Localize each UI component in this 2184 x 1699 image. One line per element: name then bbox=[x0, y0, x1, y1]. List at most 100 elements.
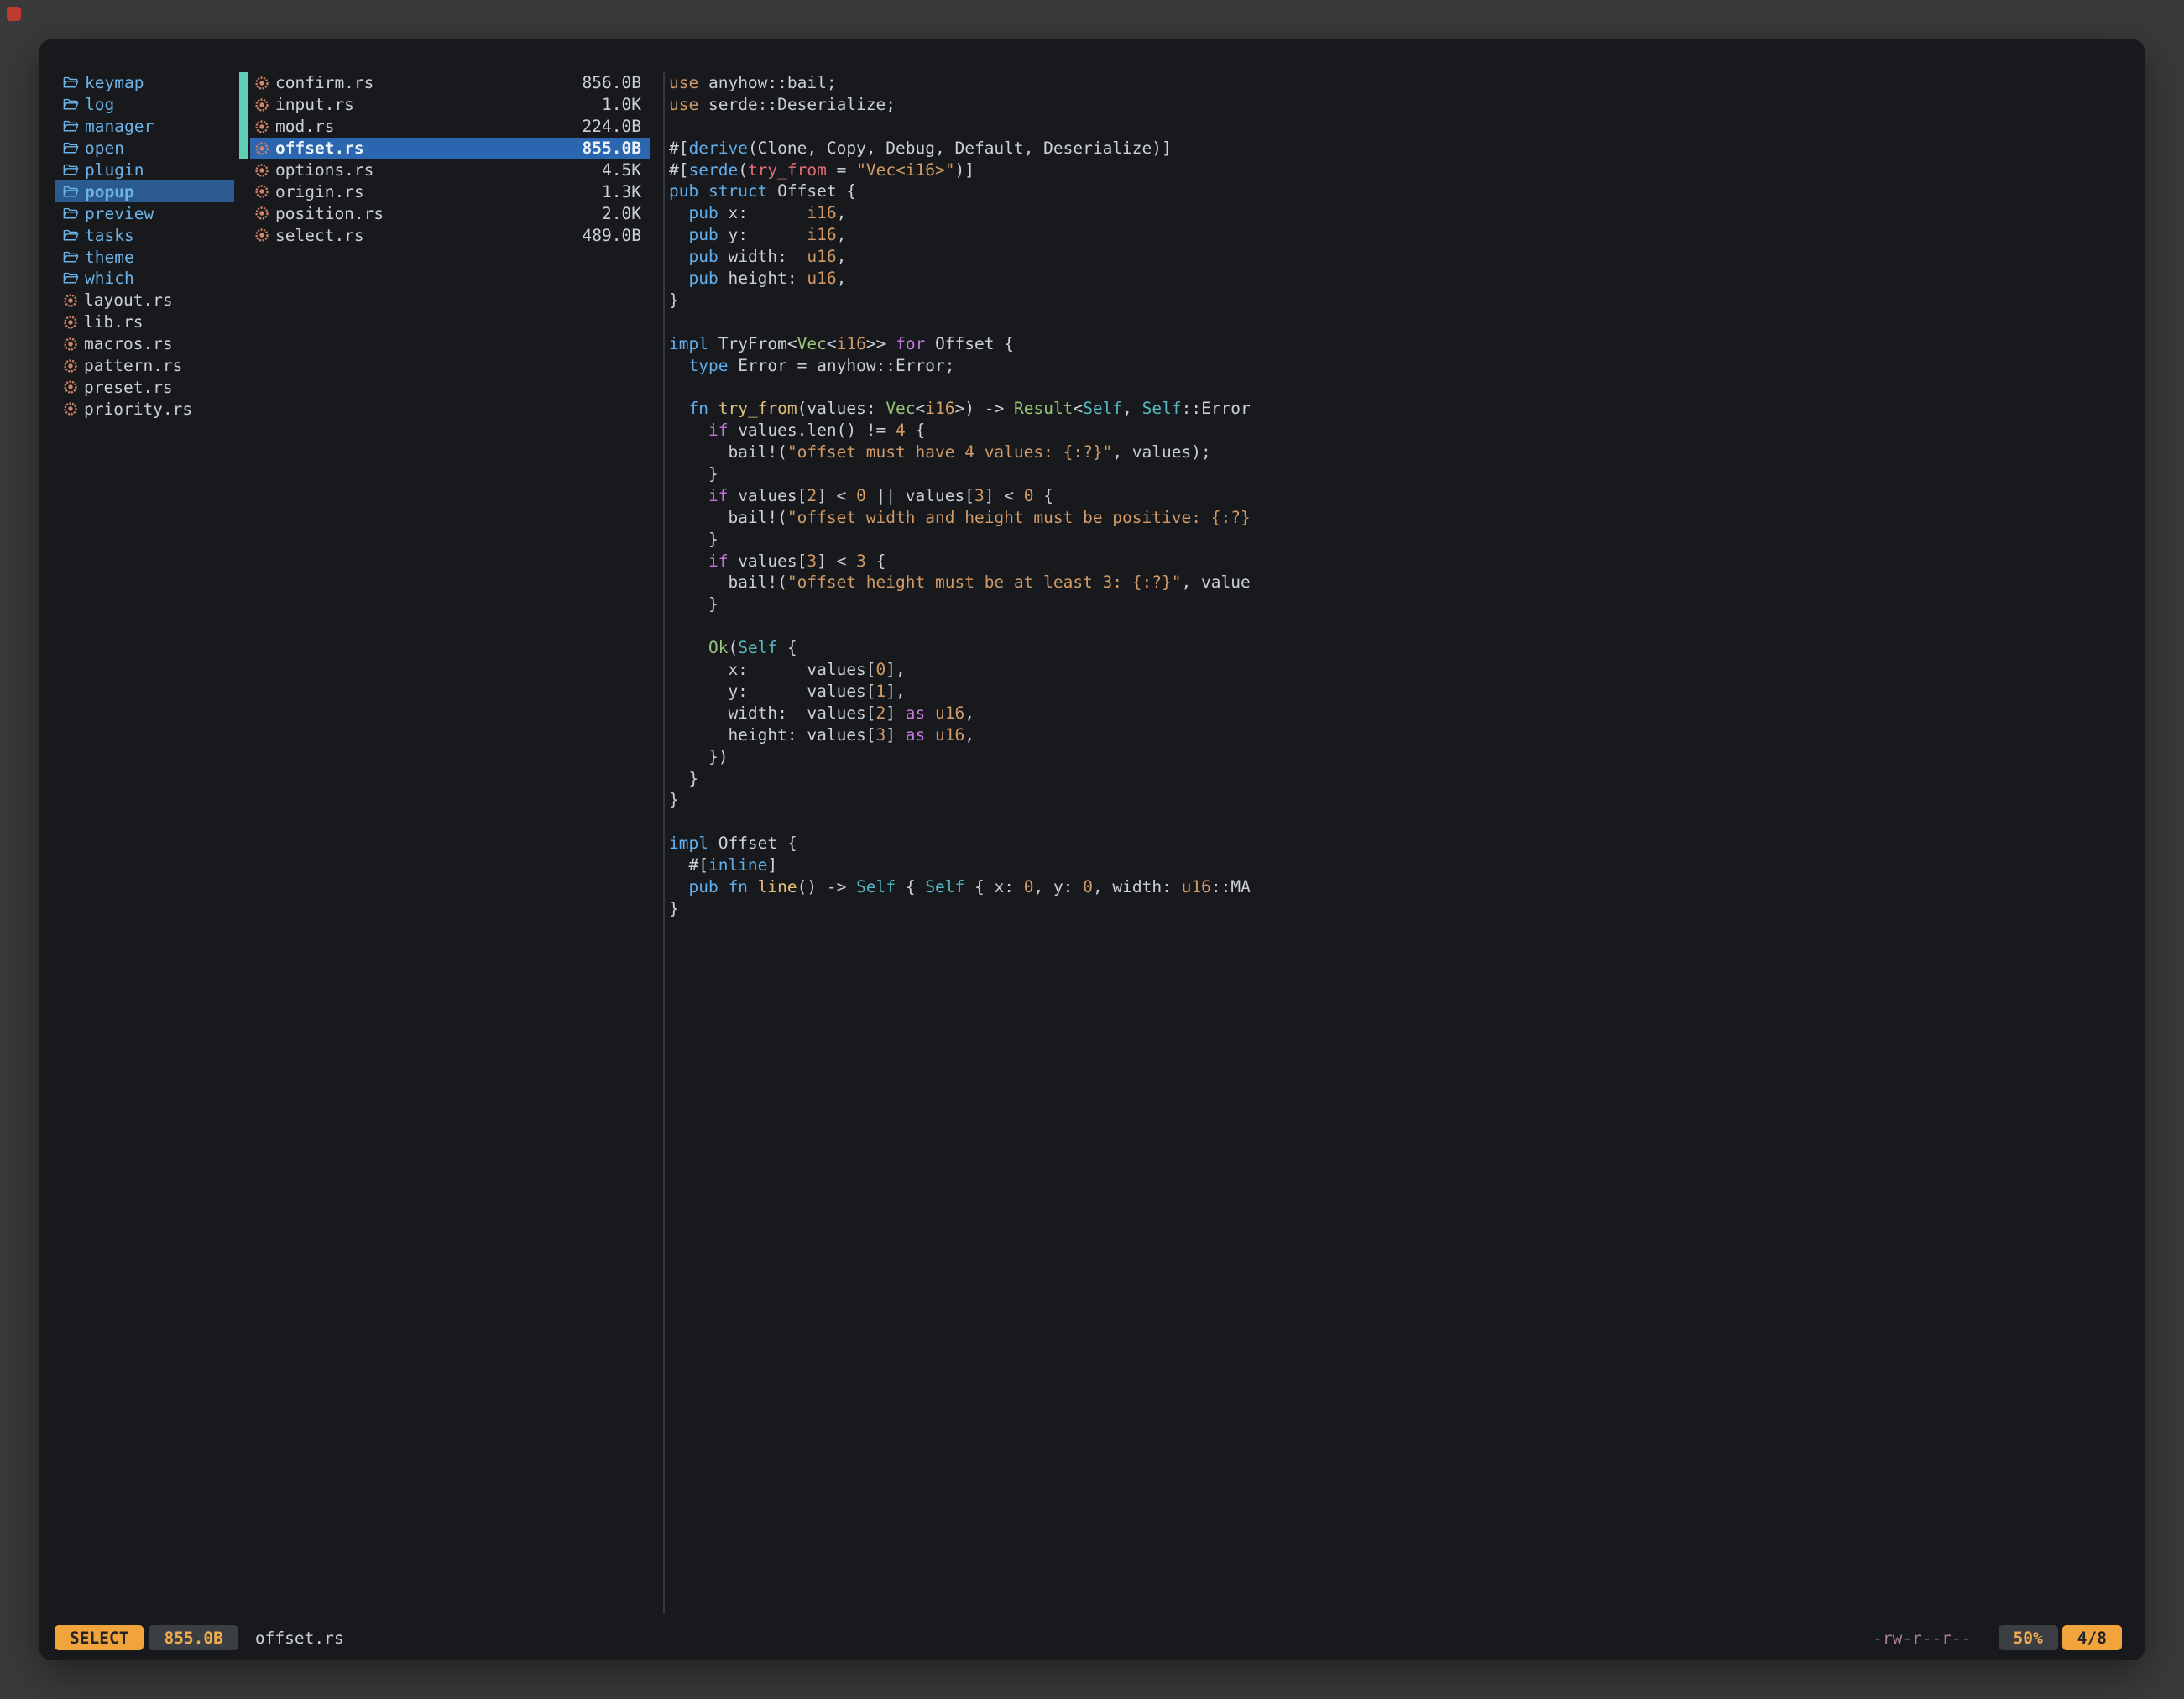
code-token: bail!( bbox=[669, 442, 787, 462]
code-token: Error = anyhow::Error; bbox=[728, 356, 954, 375]
code-token bbox=[669, 638, 708, 657]
file-row-mod.rs[interactable]: mod.rs 224.0B bbox=[239, 116, 650, 138]
code-token: pub bbox=[688, 269, 718, 288]
sidebar-dir-manager[interactable]: manager bbox=[55, 116, 234, 138]
code-token: ] bbox=[886, 725, 905, 745]
file-row-options.rs[interactable]: options.rs4.5K bbox=[239, 159, 650, 181]
file-size: 1.0K bbox=[602, 95, 641, 114]
code-line: #[serde(try_from = "Vec<i16>")] bbox=[669, 159, 2123, 181]
file-row-input.rs[interactable]: input.rs1.0K bbox=[239, 94, 650, 116]
red-notification-dot bbox=[7, 7, 21, 21]
folder-open-icon bbox=[63, 76, 79, 89]
code-token: height: bbox=[718, 269, 807, 288]
rust-file-icon bbox=[63, 401, 78, 416]
code-token: bail!( bbox=[669, 508, 787, 527]
rust-file-icon bbox=[254, 184, 269, 199]
code-token: (values: bbox=[797, 399, 886, 418]
code-token: "offset height must be at least 3: {:?}" bbox=[787, 572, 1182, 592]
code-line: } bbox=[669, 290, 2123, 311]
code-token: impl bbox=[669, 834, 708, 853]
sidebar-dir-log[interactable]: log bbox=[55, 94, 234, 116]
file-name: offset.rs bbox=[275, 139, 364, 158]
code-token: 0 bbox=[1024, 486, 1034, 505]
code-token: ( bbox=[738, 160, 748, 180]
code-token: , bbox=[1122, 399, 1142, 418]
sidebar-dir-plugin[interactable]: plugin bbox=[55, 159, 234, 181]
code-token: ] bbox=[886, 703, 905, 723]
code-line: } bbox=[669, 898, 2123, 920]
code-token: , value bbox=[1182, 572, 1251, 592]
file-row-position.rs[interactable]: position.rs2.0K bbox=[239, 202, 650, 224]
dir-label: plugin bbox=[85, 160, 144, 180]
sidebar-dir-tasks[interactable]: tasks bbox=[55, 224, 234, 246]
file-row-origin.rs[interactable]: origin.rs1.3K bbox=[239, 180, 650, 202]
file-size: 2.0K bbox=[602, 204, 641, 223]
code-token: } bbox=[669, 530, 718, 549]
sidebar-dir-popup[interactable]: popup bbox=[55, 180, 234, 202]
mode-badge: SELECT bbox=[55, 1625, 144, 1650]
code-token: pub bbox=[688, 247, 718, 266]
file-label: layout.rs bbox=[84, 290, 173, 310]
sidebar-file-pattern.rs[interactable]: pattern.rs bbox=[55, 355, 234, 377]
code-token: , bbox=[837, 247, 847, 266]
sidebar-file-macros.rs[interactable]: macros.rs bbox=[55, 333, 234, 355]
code-token: x: bbox=[718, 203, 807, 222]
code-line: } bbox=[669, 593, 2123, 615]
folder-open-icon bbox=[63, 272, 79, 285]
file-size: 1.3K bbox=[602, 182, 641, 201]
dir-label: popup bbox=[85, 182, 134, 201]
file-row-confirm.rs[interactable]: confirm.rs856.0B bbox=[239, 72, 650, 94]
code-token: #[ bbox=[669, 139, 688, 158]
code-token: i16 bbox=[807, 203, 836, 222]
rust-file-icon bbox=[254, 119, 269, 134]
scroll-percent-badge: 50% bbox=[1999, 1625, 2058, 1650]
code-token: Self bbox=[1083, 399, 1122, 418]
code-line: impl Offset { bbox=[669, 833, 2123, 855]
preview-pane: use anyhow::bail;use serde::Deserialize;… bbox=[669, 72, 2123, 1602]
code-token: Result bbox=[1014, 399, 1073, 418]
cursor-position-badge: 4/8 bbox=[2062, 1625, 2122, 1650]
rust-file-icon bbox=[254, 76, 269, 91]
sidebar-dir-open[interactable]: open bbox=[55, 138, 234, 159]
code-token: u16 bbox=[807, 247, 836, 266]
file-row-offset.rs[interactable]: offset.rs855.0B bbox=[239, 138, 650, 159]
code-token: , width: bbox=[1093, 877, 1182, 897]
code-token: y: values[ bbox=[669, 682, 876, 701]
sidebar-dir-which[interactable]: which bbox=[55, 268, 234, 290]
code-token: line bbox=[758, 877, 797, 897]
code-token: Self bbox=[738, 638, 777, 657]
folder-open-icon bbox=[63, 120, 79, 133]
code-line bbox=[669, 116, 2123, 138]
code-line: #[inline] bbox=[669, 855, 2123, 876]
rust-file-icon bbox=[63, 379, 78, 395]
code-token: 3 bbox=[876, 725, 886, 745]
code-token: ] < bbox=[817, 486, 856, 505]
code-token: #[ bbox=[669, 855, 708, 875]
code-token: ] < bbox=[985, 486, 1024, 505]
code-token bbox=[669, 225, 688, 244]
code-line: y: values[1], bbox=[669, 681, 2123, 703]
code-line: use serde::Deserialize; bbox=[669, 94, 2123, 116]
code-token: as bbox=[906, 703, 925, 723]
code-token: , bbox=[837, 203, 847, 222]
code-token: if bbox=[708, 486, 728, 505]
sidebar-dir-theme[interactable]: theme bbox=[55, 246, 234, 268]
code-token: pub struct bbox=[669, 181, 767, 201]
parent-pane: keymaplogmanageropenplugin popuppreviewta… bbox=[55, 72, 234, 420]
sidebar-dir-preview[interactable]: preview bbox=[55, 202, 234, 224]
sidebar-dir-keymap[interactable]: keymap bbox=[55, 72, 234, 94]
folder-open-icon bbox=[63, 229, 79, 242]
code-line: Ok(Self { bbox=[669, 637, 2123, 659]
status-filename: offset.rs bbox=[255, 1628, 344, 1648]
sidebar-file-layout.rs[interactable]: layout.rs bbox=[55, 290, 234, 311]
current-pane: confirm.rs856.0Binput.rs1.0Kmod.rs 224.0B… bbox=[239, 72, 650, 246]
file-size: 224.0B bbox=[583, 117, 641, 136]
file-name: select.rs bbox=[275, 226, 364, 245]
sidebar-file-lib.rs[interactable]: lib.rs bbox=[55, 311, 234, 333]
code-line bbox=[669, 311, 2123, 333]
sidebar-file-preset.rs[interactable]: preset.rs bbox=[55, 376, 234, 398]
file-name: mod.rs bbox=[275, 117, 334, 136]
file-row-select.rs[interactable]: select.rs489.0B bbox=[239, 224, 650, 246]
visual-select-marker bbox=[239, 116, 248, 138]
sidebar-file-priority.rs[interactable]: priority.rs bbox=[55, 398, 234, 420]
